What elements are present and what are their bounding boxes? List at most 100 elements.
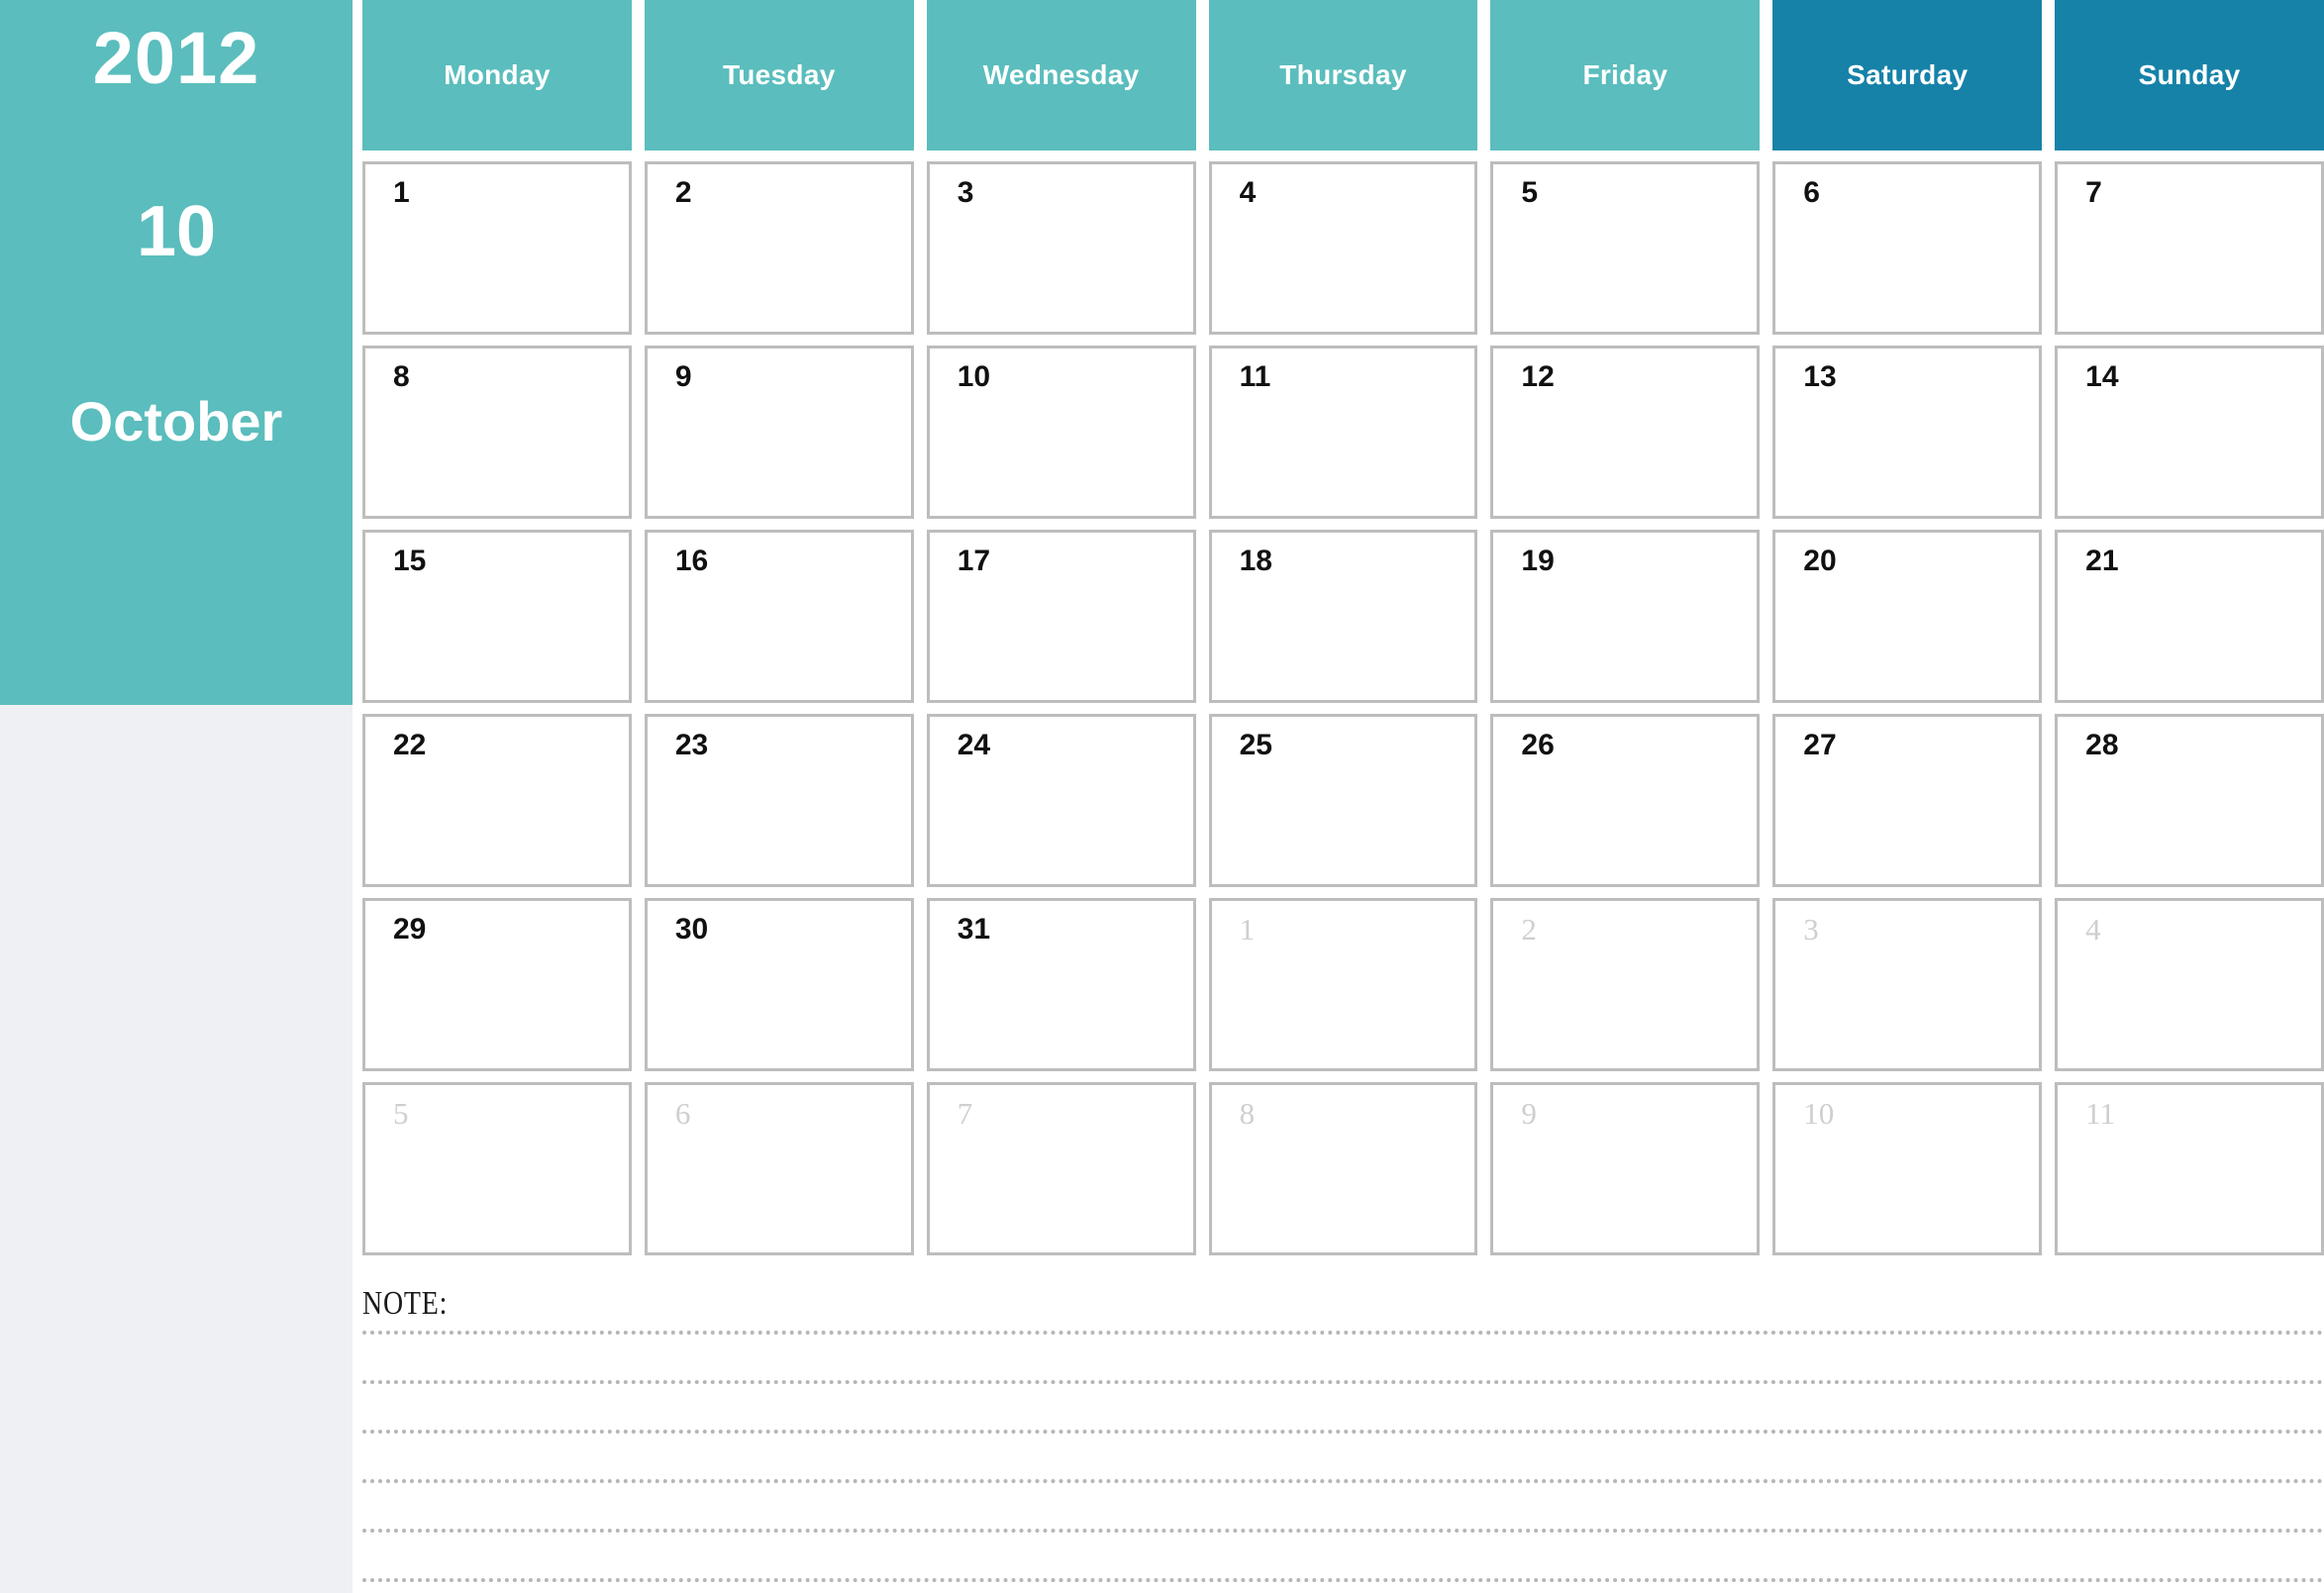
day-cell[interactable]: 3 [926, 161, 1196, 335]
weekday-header-label: Monday [444, 59, 551, 90]
day-cell[interactable]: 31 [926, 898, 1196, 1071]
day-cell-adjacent-month[interactable]: 4 [2055, 898, 2324, 1071]
day-cell[interactable]: 29 [362, 898, 632, 1071]
day-cell-adjacent-month[interactable]: 8 [1208, 1082, 1478, 1255]
day-number: 17 [957, 545, 991, 577]
day-number: 7 [957, 1096, 973, 1131]
day-cell[interactable]: 10 [926, 346, 1196, 519]
day-number: 18 [1239, 545, 1272, 577]
day-number: 21 [2085, 545, 2119, 577]
weekday-header-tuesday: Tuesday [644, 0, 914, 150]
note-line[interactable] [362, 1331, 2324, 1335]
day-number: 29 [393, 913, 427, 946]
day-number: 9 [674, 360, 692, 393]
day-number: 24 [957, 729, 991, 761]
day-cell[interactable]: 19 [1490, 530, 1761, 703]
weekday-header-wednesday: Wednesday [926, 0, 1196, 150]
day-number: 31 [957, 913, 991, 946]
day-cell-adjacent-month[interactable]: 9 [1490, 1082, 1761, 1255]
month-number-label: 10 [136, 192, 217, 271]
day-cell[interactable]: 8 [362, 346, 632, 519]
day-cell-adjacent-month[interactable]: 3 [1772, 898, 2043, 1071]
day-number: 11 [2085, 1096, 2115, 1131]
calendar-week-row: 15 16 17 18 19 20 21 [362, 530, 2324, 703]
day-number: 20 [1803, 545, 1837, 577]
day-cell-adjacent-month[interactable]: 1 [1208, 898, 1478, 1071]
day-number: 10 [1803, 1096, 1835, 1131]
day-number: 6 [674, 1096, 691, 1131]
note-line[interactable] [362, 1479, 2324, 1483]
day-number: 28 [2085, 729, 2119, 761]
day-cell[interactable]: 30 [644, 898, 914, 1071]
day-cell[interactable]: 5 [1490, 161, 1761, 335]
weekday-header-label: Wednesday [982, 59, 1140, 90]
day-cell-adjacent-month[interactable]: 5 [362, 1082, 632, 1255]
day-cell-adjacent-month[interactable]: 10 [1772, 1082, 2043, 1255]
day-cell[interactable]: 25 [1208, 714, 1478, 887]
day-cell[interactable]: 15 [362, 530, 632, 703]
day-cell-adjacent-month[interactable]: 11 [2055, 1082, 2324, 1255]
day-number: 23 [674, 729, 709, 761]
day-cell[interactable]: 27 [1772, 714, 2043, 887]
day-number: 15 [393, 545, 427, 577]
day-number: 9 [1521, 1096, 1537, 1131]
day-cell-adjacent-month[interactable]: 2 [1490, 898, 1761, 1071]
day-cell[interactable]: 2 [644, 161, 914, 335]
day-cell[interactable]: 24 [926, 714, 1196, 887]
weekday-header-thursday: Thursday [1208, 0, 1478, 150]
day-cell[interactable]: 12 [1490, 346, 1761, 519]
day-number: 2 [674, 176, 692, 209]
day-cell[interactable]: 4 [1208, 161, 1478, 335]
day-number: 12 [1521, 360, 1555, 393]
weekday-header-row: Monday Tuesday Wednesday Thursday Friday Satu… [362, 0, 2324, 150]
day-cell[interactable]: 1 [362, 161, 632, 335]
day-cell[interactable]: 17 [926, 530, 1196, 703]
day-number: 7 [2085, 176, 2102, 209]
day-number: 4 [2085, 912, 2101, 946]
day-number: 8 [393, 360, 410, 393]
day-number: 1 [393, 176, 410, 209]
calendar-week-row: 5 6 7 8 9 10 11 [362, 1082, 2324, 1255]
day-cell[interactable]: 9 [644, 346, 914, 519]
calendar-grid: Monday Tuesday Wednesday Thursday Friday Satu… [362, 0, 2324, 1255]
day-cell[interactable]: 22 [362, 714, 632, 887]
day-number: 2 [1521, 912, 1537, 946]
note-line[interactable] [362, 1578, 2324, 1582]
day-cell[interactable]: 21 [2055, 530, 2324, 703]
day-cell[interactable]: 13 [1772, 346, 2043, 519]
calendar-weeks: 1 2 3 4 5 6 7 8 9 10 11 12 13 14 15 16 17 18 19 20 21 22 23 24 2… [362, 161, 2324, 1255]
day-cell[interactable]: 16 [644, 530, 914, 703]
day-number: 11 [1239, 360, 1271, 393]
weekday-header-label: Tuesday [722, 59, 836, 90]
day-cell[interactable]: 23 [644, 714, 914, 887]
note-line[interactable] [362, 1380, 2324, 1384]
day-cell[interactable]: 11 [1208, 346, 1478, 519]
day-number: 3 [957, 176, 974, 209]
notes-section: NOTE: [362, 1287, 2324, 1593]
note-line[interactable] [362, 1430, 2324, 1434]
day-cell-adjacent-month[interactable]: 6 [644, 1082, 914, 1255]
day-cell[interactable]: 14 [2055, 346, 2324, 519]
month-sidebar: 2012 10 October [0, 0, 353, 705]
day-number: 4 [1239, 176, 1257, 209]
day-number: 3 [1803, 912, 1819, 946]
day-number: 22 [393, 729, 427, 761]
day-cell[interactable]: 18 [1208, 530, 1478, 703]
day-cell[interactable]: 28 [2055, 714, 2324, 887]
day-cell[interactable]: 20 [1772, 530, 2043, 703]
day-cell[interactable]: 6 [1772, 161, 2043, 335]
day-number: 27 [1803, 729, 1837, 761]
note-line[interactable] [362, 1529, 2324, 1533]
day-number: 30 [674, 913, 709, 946]
calendar-week-row: 22 23 24 25 26 27 28 [362, 714, 2324, 887]
weekday-header-label: Thursday [1279, 59, 1407, 90]
day-number: 8 [1239, 1096, 1256, 1131]
day-number: 26 [1521, 729, 1555, 761]
day-cell[interactable]: 26 [1490, 714, 1761, 887]
day-number: 13 [1803, 360, 1837, 393]
month-name-label: October [69, 390, 283, 452]
day-cell[interactable]: 7 [2055, 161, 2324, 335]
year-label: 2012 [92, 17, 260, 99]
day-cell-adjacent-month[interactable]: 7 [926, 1082, 1196, 1255]
day-number: 10 [957, 360, 991, 393]
